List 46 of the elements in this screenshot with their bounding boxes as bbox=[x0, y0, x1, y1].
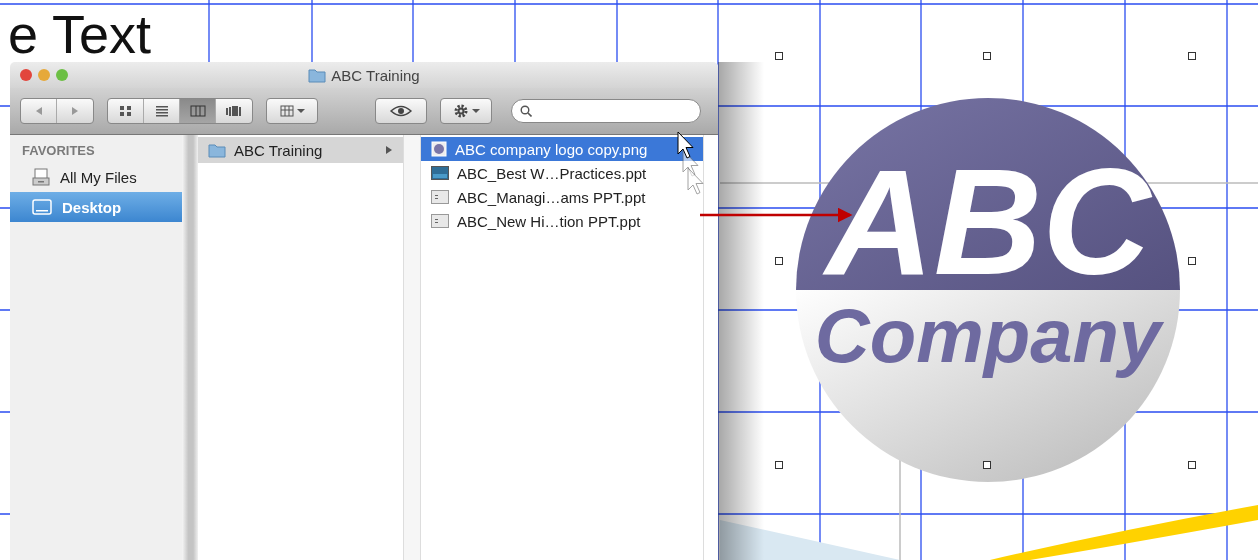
quick-look-button[interactable] bbox=[375, 98, 427, 124]
logo-subtitle: Company bbox=[814, 293, 1162, 378]
folder-row[interactable]: ABC Training bbox=[198, 137, 403, 163]
folder-icon bbox=[208, 142, 226, 158]
document-file-icon bbox=[431, 190, 449, 204]
list-view-icon bbox=[154, 105, 169, 117]
selection-handle[interactable] bbox=[1188, 257, 1196, 265]
sidebar-item[interactable]: All My Files bbox=[10, 162, 182, 192]
selection-handle[interactable] bbox=[983, 52, 991, 60]
file-row[interactable]: ABC_Best W…Practices.ppt bbox=[421, 161, 703, 185]
sidebar-header: FAVORITES bbox=[21, 143, 96, 160]
back-forward-control[interactable] bbox=[20, 98, 94, 124]
caret-icon bbox=[471, 108, 480, 114]
action-menu-button[interactable] bbox=[440, 98, 492, 124]
image-file-icon bbox=[431, 141, 447, 157]
selection-handle[interactable] bbox=[1188, 461, 1196, 469]
caret-icon bbox=[296, 108, 305, 114]
eye-icon bbox=[390, 105, 412, 117]
cover-flow-view-icon bbox=[225, 105, 243, 117]
grid-icon bbox=[279, 105, 294, 117]
file-row[interactable]: ABC_Managi…ams PPT.ppt bbox=[421, 185, 703, 209]
close-button[interactable] bbox=[20, 69, 32, 81]
desktop-icon bbox=[32, 199, 52, 215]
disclosure-arrow-icon bbox=[385, 145, 393, 155]
selection-handle[interactable] bbox=[775, 257, 783, 265]
file-row[interactable]: ABC_New Hi…tion PPT.ppt bbox=[421, 209, 703, 233]
window-title: ABC Training bbox=[331, 66, 420, 84]
search-icon bbox=[520, 105, 532, 117]
file-row[interactable]: ABC company logo copy.png bbox=[421, 137, 703, 161]
document-file-icon bbox=[431, 214, 449, 228]
arrange-button[interactable] bbox=[266, 98, 318, 124]
icon-view-icon bbox=[118, 105, 133, 117]
forward-icon bbox=[70, 106, 80, 116]
selection-handle[interactable] bbox=[1188, 52, 1196, 60]
selection-handle[interactable] bbox=[983, 461, 991, 469]
file-cabinet-icon bbox=[32, 168, 50, 186]
gear-icon bbox=[452, 103, 469, 119]
view-mode-control[interactable] bbox=[107, 98, 253, 124]
search-field[interactable] bbox=[511, 99, 701, 123]
column-view-icon bbox=[189, 105, 206, 117]
folder-icon bbox=[308, 67, 327, 83]
drag-cursor-icon bbox=[677, 131, 704, 195]
slide-file-icon bbox=[431, 166, 449, 180]
selection-handle[interactable] bbox=[775, 52, 783, 60]
document-heading: e Text bbox=[8, 4, 152, 64]
selection-handle[interactable] bbox=[775, 461, 783, 469]
